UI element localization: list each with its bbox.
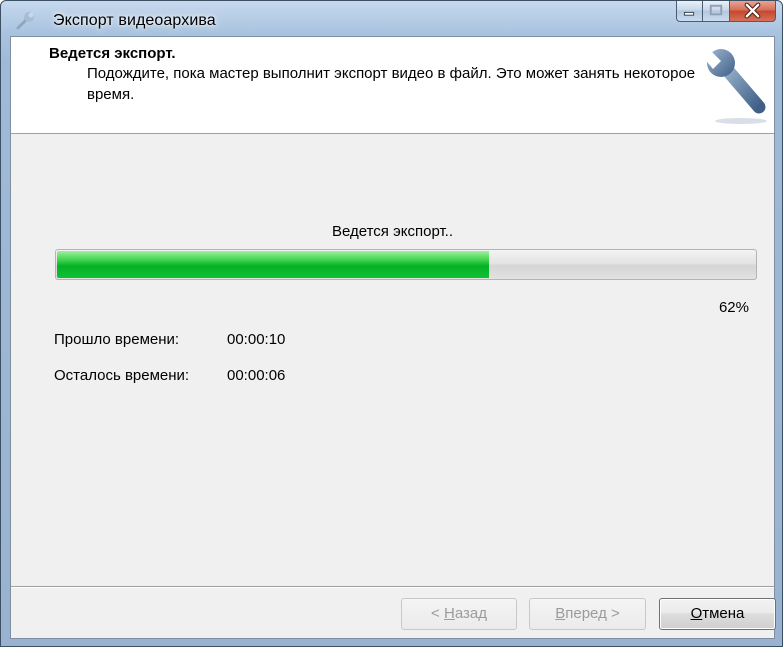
window-title: Экспорт видеоархива: [53, 12, 216, 29]
remaining-time-value: 00:00:06: [227, 367, 286, 384]
back-button[interactable]: < Назад: [401, 598, 517, 630]
minimize-button[interactable]: [676, 1, 703, 22]
close-icon: [744, 2, 761, 19]
wizard-header: Ведется экспорт. Подождите, пока мастер …: [11, 37, 774, 134]
cancel-button[interactable]: Отмена: [659, 598, 776, 630]
remaining-time-label: Осталось времени:: [54, 367, 190, 384]
maximize-button[interactable]: [703, 1, 730, 22]
back-button-label: азад: [454, 605, 487, 622]
export-progress-bar: [55, 249, 757, 280]
elapsed-time-value: 00:00:10: [227, 331, 286, 348]
title-bar[interactable]: Экспорт видеоархива: [1, 1, 782, 35]
maximize-icon: [709, 4, 723, 16]
header-title: Ведется экспорт.: [49, 45, 176, 62]
next-button-accel: В: [555, 605, 566, 622]
close-button[interactable]: [730, 1, 776, 22]
progress-status-text: Ведется экспорт..: [331, 223, 453, 240]
progress-fill: [57, 251, 489, 278]
progress-percent: 62%: [718, 299, 749, 316]
caption-buttons: [676, 1, 776, 23]
wizard-client-area: Ведется экспорт. Подождите, пока мастер …: [10, 36, 776, 639]
next-button[interactable]: Вперед >: [529, 598, 646, 630]
back-button-accel: Н: [443, 605, 455, 622]
next-button-suffix: >: [606, 605, 620, 622]
elapsed-time-label: Прошло времени:: [54, 331, 180, 348]
header-description: Подождите, пока мастер выполнит экспорт …: [87, 65, 696, 103]
back-button-prefix: <: [431, 605, 444, 622]
wrench-icon: [16, 12, 34, 30]
next-button-label: перед: [565, 605, 607, 622]
cancel-button-label: тмена: [702, 605, 745, 622]
cancel-button-accel: О: [690, 605, 703, 622]
dialog-window: Экспорт видеоархива Ведется экспорт. Под…: [0, 0, 783, 647]
footer-divider: [11, 586, 774, 588]
wrench-icon: [703, 49, 767, 124]
minimize-icon: [683, 11, 695, 16]
